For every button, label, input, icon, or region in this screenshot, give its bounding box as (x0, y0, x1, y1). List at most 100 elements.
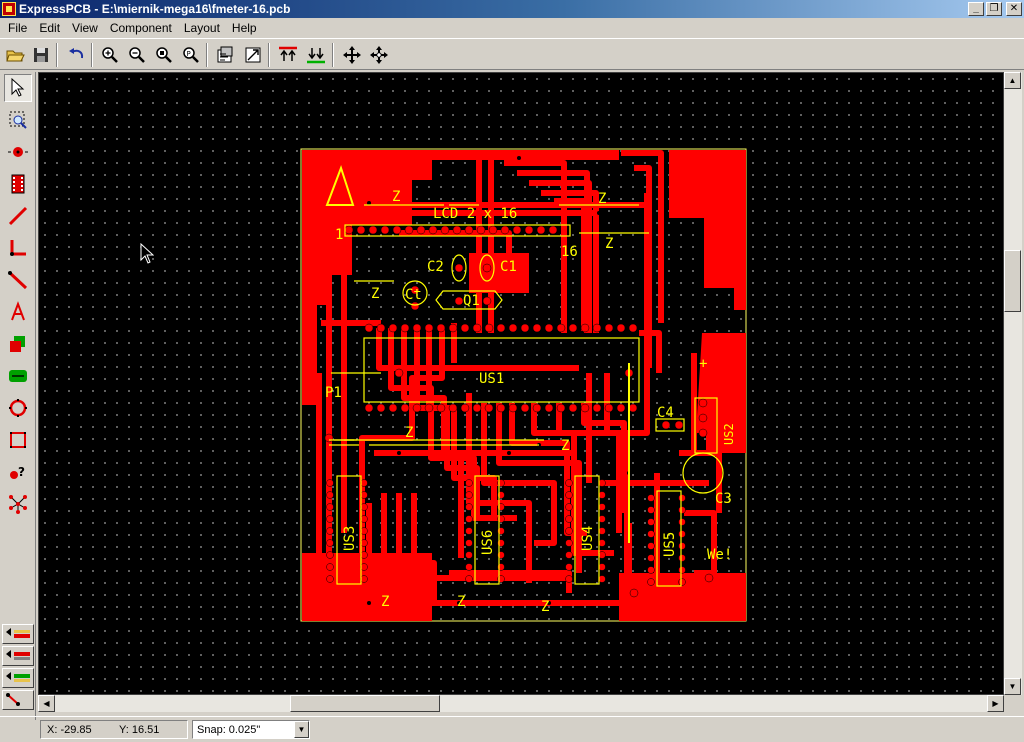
zoom-fit-icon: P (182, 46, 199, 63)
mouse-cursor-icon (140, 243, 154, 264)
label-z: Z (605, 236, 613, 252)
text-tool[interactable] (4, 298, 32, 326)
menu-view[interactable]: View (66, 21, 104, 35)
tool-palette: ? (0, 72, 36, 720)
layer-bottom-icon (6, 650, 30, 660)
snap-value: Snap: 0.025" (197, 723, 261, 736)
expresspcb-app-icon (2, 2, 16, 16)
menu-component[interactable]: Component (104, 21, 178, 35)
trace-corner-tool[interactable] (4, 234, 32, 262)
rotate-flip-button[interactable] (240, 42, 265, 67)
layer-ratsnest-button[interactable] (2, 690, 34, 710)
label-z: Z (598, 191, 606, 207)
zoom-out-icon (128, 46, 145, 63)
zoom-out-button[interactable] (124, 42, 149, 67)
circle-tool[interactable] (4, 394, 32, 422)
netlist-icon (9, 495, 27, 514)
properties-icon (217, 46, 232, 62)
zoom-area-icon (155, 46, 172, 63)
diagonal-trace-icon (8, 271, 28, 290)
label-z: Z (371, 286, 379, 302)
menu-file[interactable]: File (2, 21, 33, 35)
menu-edit[interactable]: Edit (33, 21, 66, 35)
save-file-button[interactable] (28, 42, 53, 67)
label-pin16: 16 (561, 244, 578, 260)
snap-select[interactable]: Snap: 0.025" ▼ (192, 720, 310, 739)
label-z: Z (381, 594, 389, 610)
place-component-tool[interactable] (4, 170, 32, 198)
vertical-scroll-thumb[interactable] (1004, 250, 1021, 312)
svg-text:P: P (186, 50, 190, 58)
top-layer-button[interactable] (275, 42, 300, 67)
rectangle-tool[interactable] (4, 426, 32, 454)
scroll-left-button[interactable]: ◀ (38, 695, 55, 712)
vertical-scrollbar[interactable]: ▲ ▼ (1004, 72, 1022, 695)
select-box-icon (9, 111, 27, 129)
toolbar: P (0, 38, 1024, 70)
move-button[interactable] (339, 42, 364, 67)
diagonal-trace-tool[interactable] (4, 266, 32, 294)
layer-silk-icon (6, 672, 30, 682)
move-origin-button[interactable] (366, 42, 391, 67)
cursor-coordinates: X: -29.85 Y: 16.51 (40, 720, 188, 739)
text-a-icon (11, 301, 25, 321)
label-ct: Ct (405, 287, 422, 303)
label-pin1: 1 (335, 227, 343, 243)
bottom-layer-button[interactable] (303, 42, 328, 67)
netlist-tool[interactable] (4, 490, 32, 518)
window-title: ExpressPCB - E:\miernik-mega16\fmeter-16… (19, 2, 291, 16)
label-z: Z (541, 599, 549, 615)
layer-bottom-copper-button[interactable] (2, 646, 34, 666)
trace-tool[interactable] (4, 202, 32, 230)
scroll-up-button[interactable]: ▲ (1004, 72, 1021, 89)
scroll-right-button[interactable]: ▶ (987, 695, 1004, 712)
pad-icon (8, 147, 28, 157)
select-tool[interactable] (4, 74, 32, 102)
menu-help[interactable]: Help (226, 21, 263, 35)
zoom-area-button[interactable] (151, 42, 176, 67)
menu-layout[interactable]: Layout (178, 21, 226, 35)
circle-icon (9, 399, 27, 417)
rotate-icon (245, 47, 260, 62)
layer-top-copper-button[interactable] (2, 624, 34, 644)
pcb-workspace[interactable]: LCD 2 x 16 1 16 C2 C1 Ct Q1 US1 P1 C4 C3… (38, 72, 1004, 695)
toolbar-separator (91, 43, 93, 67)
layer-silkscreen-button[interactable] (2, 668, 34, 688)
menu-bar: File Edit View Component Layout Help (0, 18, 1024, 37)
label-author: We! (707, 547, 732, 563)
chevron-down-icon[interactable]: ▼ (294, 721, 309, 738)
label-us4: US4 (580, 526, 596, 551)
filled-rect-tool[interactable] (4, 330, 32, 358)
label-q1: Q1 (463, 293, 480, 309)
open-file-button[interactable] (2, 42, 27, 67)
toolbar-separator (268, 43, 270, 67)
chip-icon (11, 174, 25, 194)
undo-button[interactable] (63, 42, 88, 67)
question-pad-icon: ? (10, 465, 25, 479)
label-c3: C3 (715, 491, 732, 507)
place-pad-tool[interactable] (4, 138, 32, 166)
component-properties-button[interactable] (212, 42, 237, 67)
trace-corner-icon (10, 240, 26, 256)
close-button[interactable]: ✕ (1006, 2, 1022, 16)
minimize-button[interactable]: _ (968, 2, 984, 16)
zoom-in-icon (101, 46, 118, 63)
scroll-down-button[interactable]: ▼ (1004, 678, 1021, 695)
label-z: Z (405, 425, 413, 441)
coord-x: X: -29.85 (47, 723, 92, 736)
zoom-in-button[interactable] (97, 42, 122, 67)
move-origin-icon (369, 45, 388, 64)
svg-text:?: ? (18, 465, 25, 479)
zoom-select-tool[interactable] (4, 106, 32, 134)
horizontal-scrollbar[interactable]: ◀ ▶ (38, 695, 1004, 712)
horizontal-scroll-thumb[interactable] (290, 695, 440, 712)
label-plus: + (699, 356, 707, 372)
restore-button[interactable]: ❐ (986, 2, 1002, 16)
ground-plane-tool[interactable] (4, 362, 32, 390)
toolbar-separator (332, 43, 334, 67)
query-tool[interactable]: ? (4, 458, 32, 486)
status-bar: X: -29.85 Y: 16.51 Snap: 0.025" ▼ (0, 716, 1024, 742)
label-c1: C1 (500, 259, 517, 275)
pcb-board-drawing[interactable]: LCD 2 x 16 1 16 C2 C1 Ct Q1 US1 P1 C4 C3… (39, 73, 1004, 695)
zoom-fit-button[interactable]: P (178, 42, 203, 67)
